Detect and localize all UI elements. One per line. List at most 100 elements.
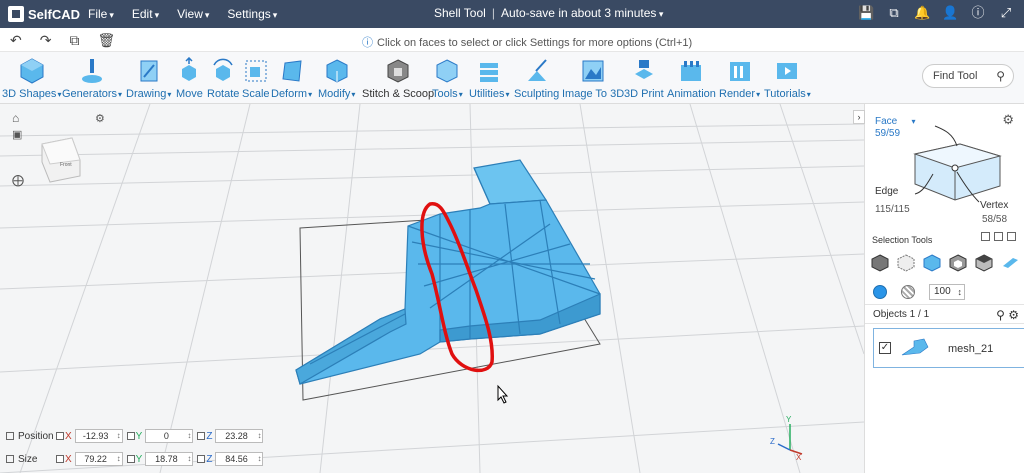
tool-tutorials[interactable]: Tutorials [764, 57, 811, 100]
brush-sphere-icon[interactable] [901, 285, 915, 299]
tool-deform[interactable]: Deform [271, 57, 312, 100]
position-z-input[interactable]: 23.28 [215, 429, 264, 443]
animation-icon [681, 61, 702, 81]
printer-icon [634, 60, 653, 79]
position-label: Position [18, 430, 54, 442]
brush-circle-icon[interactable] [873, 285, 887, 299]
app-logo[interactable]: SelfCAD [8, 6, 88, 22]
user-icon[interactable]: 👤 [942, 5, 958, 21]
tool-tools[interactable]: Tools [432, 57, 463, 100]
tool-utilities[interactable]: Utilities [469, 57, 509, 100]
position-y-input[interactable]: 0 [145, 429, 194, 443]
tool-animation[interactable]: Animation [667, 57, 716, 100]
brush-size-input[interactable]: 100 [929, 284, 965, 300]
size-z-checkbox[interactable] [197, 455, 206, 463]
half-cube-icon[interactable] [975, 254, 993, 272]
scale-icon [245, 60, 267, 82]
deselect-icon[interactable] [1007, 232, 1016, 241]
objects-header: Objects 1 / 1 ⚲ ⚙ [865, 304, 1024, 324]
tool-3d-print[interactable]: 3D Print [624, 57, 664, 100]
tool-drawing[interactable]: Drawing [126, 57, 171, 100]
tool-title: Shell Tool [434, 6, 486, 20]
orbit-icon[interactable]: ⨁ [12, 173, 24, 187]
tool-modify[interactable]: Modify [318, 57, 355, 100]
tool-label: Render [719, 88, 760, 100]
share-icon[interactable]: ⧉ [886, 5, 902, 21]
axis-x-label: X [65, 430, 72, 442]
object-name: mesh_21 [948, 343, 994, 355]
face-cube-icon[interactable] [949, 254, 967, 272]
search-icon[interactable]: ⚲ [996, 65, 1005, 87]
axis-z-label: Z [206, 430, 213, 442]
info-icon[interactable]: ⓘ [970, 5, 986, 21]
tool-label: Tools [432, 88, 463, 100]
generator-icon [82, 59, 103, 83]
tool-label: Deform [271, 88, 312, 100]
tool-label: Generators [62, 88, 122, 100]
select-all-icon[interactable] [981, 232, 990, 241]
fit-view-icon[interactable]: ▣ [12, 129, 22, 141]
size-x-input[interactable]: 79.22 [74, 452, 123, 466]
fullscreen-icon[interactable]: ⤢ [998, 5, 1014, 21]
redo-icon[interactable]: ↷ [40, 32, 52, 49]
objects-settings-icon[interactable]: ⚙ [1008, 308, 1019, 322]
view-cube[interactable]: Front [41, 137, 81, 183]
position-icon [6, 432, 14, 440]
tool-move[interactable]: Move [176, 57, 203, 100]
utilities-icon [480, 63, 499, 82]
tool-label: Sculpting [514, 88, 560, 100]
find-tool-input[interactable]: Find Tool ⚲ [922, 64, 1014, 88]
size-y-checkbox[interactable] [126, 455, 135, 463]
vertex-label: Vertex [980, 200, 1009, 211]
size-x-checkbox[interactable] [56, 455, 64, 463]
tool-render[interactable]: Render [719, 57, 760, 100]
shell-tool-panel: › Face 59/59 ⚙ Edge 115/115 Vertex 58/58… [853, 104, 1024, 473]
tool-3d-shapes[interactable]: 3D Shapes [2, 57, 61, 100]
autosave-status[interactable]: Auto-save in about 3 minutes [501, 6, 663, 20]
bell-icon[interactable]: 🔔 [914, 5, 930, 21]
search-objects-icon[interactable]: ⚲ [996, 308, 1005, 322]
tool-sculpting[interactable]: Sculpting [514, 57, 559, 100]
tool-label: Animation [667, 88, 716, 100]
wire-cube-icon[interactable] [897, 254, 915, 272]
tool-stitch-scoop[interactable]: Stitch & Scoop [362, 57, 434, 100]
object-visibility-checkbox[interactable]: ✓ [879, 342, 891, 354]
object-list-item[interactable]: ✓ mesh_21 [873, 328, 1024, 368]
collapse-panel-button[interactable]: › [853, 110, 865, 124]
save-icon[interactable]: 💾 [858, 5, 874, 21]
menu-view[interactable]: View [177, 7, 209, 21]
position-x-checkbox[interactable] [56, 432, 64, 440]
invert-selection-icon[interactable] [994, 232, 1003, 241]
scene-canvas[interactable]: Front ⌂ ▣ ⨁ ⚙ Y X Z [0, 104, 864, 473]
window-title: Shell Tool | Auto-save in about 3 minute… [434, 6, 663, 20]
size-z-input[interactable]: 84.56 [215, 452, 264, 466]
tool-rotate[interactable]: Rotate [207, 57, 239, 100]
tool-generators[interactable]: Generators [62, 57, 122, 100]
position-x-input[interactable]: -12.93 [74, 429, 123, 443]
selection-cube-diagram [913, 125, 1002, 203]
blue-cube-icon[interactable] [923, 254, 941, 272]
position-z-checkbox[interactable] [197, 432, 206, 440]
mesh-thumbnail [901, 338, 929, 356]
tool-label: Image To 3D [562, 88, 625, 100]
tools-icon [436, 59, 458, 83]
edge-label: Edge [875, 186, 899, 197]
solid-cube-icon[interactable] [871, 254, 889, 272]
menu-edit[interactable]: Edit [132, 7, 159, 21]
home-icon[interactable]: ⌂ [12, 111, 19, 125]
trash-icon[interactable]: 🗑 [97, 32, 115, 49]
axis-gizmo: Y X Z [770, 415, 803, 462]
size-y-input[interactable]: 18.78 [145, 452, 194, 466]
menu-file[interactable]: File [88, 7, 114, 21]
position-y-checkbox[interactable] [126, 432, 135, 440]
copy-icon[interactable]: ⧉ [69, 32, 79, 49]
camera-icon[interactable]: ⚙ [95, 113, 105, 125]
plane-icon[interactable] [1001, 254, 1019, 272]
tool-image-to-3d[interactable]: Image To 3D [562, 57, 624, 100]
deform-icon [281, 60, 302, 82]
tool-scale[interactable]: Scale [242, 57, 270, 100]
edge-count: 115/115 [875, 204, 910, 215]
menu-settings[interactable]: Settings [227, 7, 277, 21]
3d-viewport[interactable]: Front ⌂ ▣ ⨁ ⚙ Y X Z Position X-12.93 Y0 … [0, 104, 864, 473]
undo-icon[interactable]: ↶ [10, 32, 22, 49]
